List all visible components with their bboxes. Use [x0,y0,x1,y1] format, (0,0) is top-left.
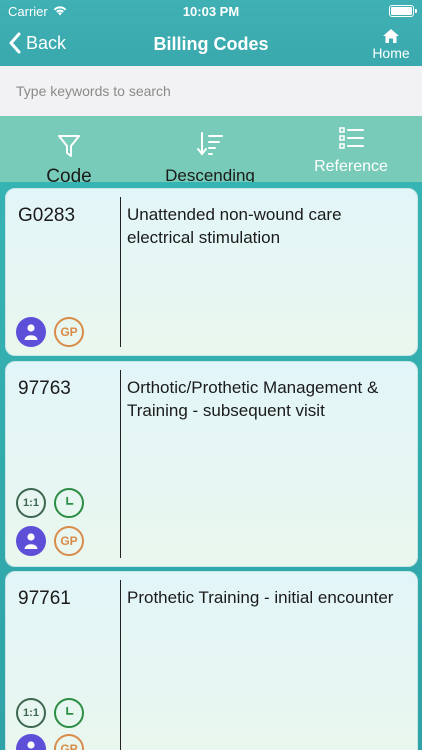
status-bar: Carrier 10:03 PM [0,0,422,22]
person-icon [16,317,46,347]
reference-label: Reference [314,158,388,175]
list-icon [339,127,364,149]
search-input[interactable] [0,66,422,116]
code-description: Orthotic/Prothetic Management & Training… [127,378,379,420]
list-item[interactable]: 97761 Prothetic Training - initial encou… [5,571,418,750]
divider [120,197,121,347]
battery-icon [389,5,417,17]
toolbar: Code Descending Reference [0,116,422,187]
person-icon [16,734,46,750]
descending-sort-button[interactable]: Descending [150,130,270,187]
gp-icon: GP [54,734,84,750]
code-filter-button[interactable]: Code [9,132,129,188]
gp-icon: GP [54,526,84,556]
sort-descending-icon [197,132,223,156]
home-icon [383,29,399,43]
reference-button[interactable]: Reference [291,124,411,176]
person-icon [16,526,46,556]
billing-codes-list: G0283 Unattended non-wound care electric… [0,182,422,750]
page-title: Billing Codes [153,34,269,54]
billing-code: 97761 [18,588,71,609]
home-label: Home [372,45,410,61]
search-bar [0,66,422,116]
header: Carrier 10:03 PM Back Billing Codes Home [0,0,422,66]
divider [120,580,121,750]
home-button[interactable]: Home [370,28,412,61]
gp-icon: GP [54,317,84,347]
list-item[interactable]: 97763 Orthotic/Prothetic Management & Tr… [5,361,418,567]
code-description: Unattended non-wound care electrical sti… [127,205,342,247]
billing-code: 97763 [18,378,71,399]
billing-code: G0283 [18,205,76,226]
code-description: Prothetic Training - initial encounter [127,588,394,607]
navigation-bar: Back Billing Codes Home [0,22,422,66]
status-time: 10:03 PM [182,4,240,19]
one-to-one-icon: 1:1 [16,698,46,728]
clock-icon [54,488,84,518]
list-item[interactable]: G0283 Unattended non-wound care electric… [5,188,418,356]
divider [120,370,121,558]
filter-icon [58,135,80,157]
one-to-one-icon: 1:1 [16,488,46,518]
clock-icon [54,698,84,728]
